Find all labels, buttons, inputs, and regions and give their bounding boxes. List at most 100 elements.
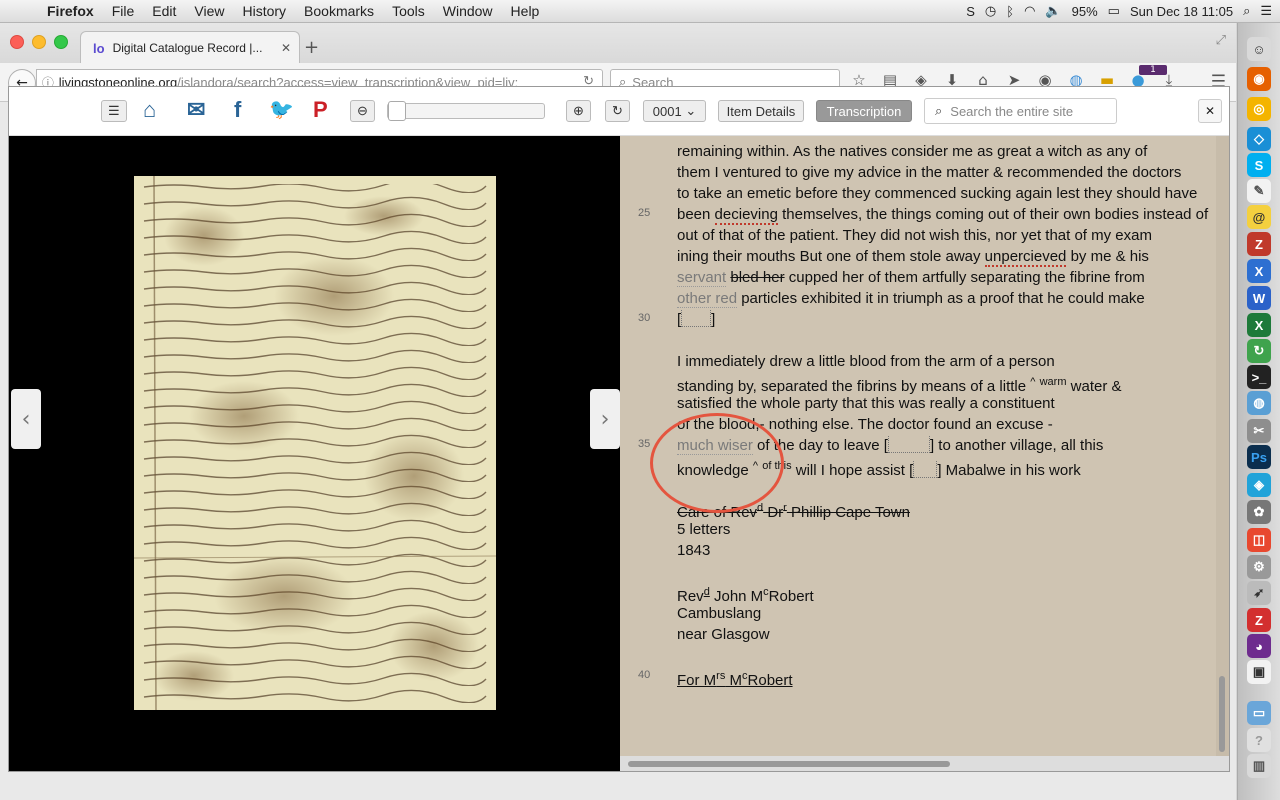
line-text: Phillip Cape Town — [786, 504, 910, 521]
zoom-in-button[interactable]: ⊕ — [566, 100, 591, 122]
fullscreen-icon[interactable]: ⤢ — [1216, 33, 1226, 48]
zoom-window-button[interactable] — [54, 35, 68, 49]
sic-word[interactable]: unpercieved — [984, 248, 1067, 267]
firefox-icon[interactable]: ◉ — [1247, 67, 1271, 91]
spotlight-icon[interactable]: ⌕ — [1243, 3, 1250, 19]
notes-icon[interactable]: ✎ — [1247, 179, 1271, 203]
next-page-button[interactable]: › — [590, 389, 620, 449]
preview-icon[interactable]: ▣ — [1247, 660, 1271, 684]
manuscript-image-viewer[interactable]: ‹ › — [9, 136, 620, 771]
app-icon[interactable]: ◈ — [1247, 473, 1271, 497]
livingstone-favicon-icon: lo — [93, 40, 105, 56]
email-icon[interactable]: ✉ — [187, 97, 205, 123]
site-search-placeholder: Search the entire site — [950, 103, 1074, 119]
chrome-icon[interactable]: ◎ — [1247, 97, 1271, 121]
menu-file[interactable]: File — [103, 3, 144, 19]
wifi-icon[interactable]: ◠ — [1024, 3, 1035, 19]
viewer-toolbar: ☰ ⌂ ✉ f 🐦 P ⊖ ⊕ ↻ 0001 ⌄ Item Details Tr… — [9, 87, 1229, 136]
scrollbar-thumb[interactable] — [628, 761, 950, 767]
menu-history[interactable]: History — [233, 3, 295, 19]
manuscript-page-image[interactable] — [133, 175, 497, 711]
utility-icon[interactable]: ✂ — [1247, 419, 1271, 443]
zoom-out-button[interactable]: ⊖ — [350, 100, 375, 122]
twitter-icon[interactable]: 🐦 — [269, 97, 294, 122]
transcription-button[interactable]: Transcription — [816, 100, 912, 122]
safari-icon[interactable]: ◇ — [1247, 127, 1271, 151]
help-icon[interactable]: ? — [1247, 728, 1271, 752]
scrollbar-thumb[interactable] — [1219, 676, 1225, 752]
menu-window[interactable]: Window — [434, 3, 502, 19]
app-red-icon[interactable]: ◫ — [1247, 528, 1271, 552]
previous-page-button[interactable]: ‹ — [11, 389, 41, 449]
line-text: out of that of the patient. They did not… — [677, 227, 1152, 244]
chevron-down-icon: ⌄ — [685, 103, 697, 118]
line-text: cupped her of them artfully separating t… — [784, 269, 1145, 286]
close-viewer-button[interactable]: ✕ — [1198, 99, 1222, 123]
macos-dock: ☺ ◉ ◎ ◇ S ✎ @ Z X W X ↻ >_ ◍ ✂ Ps ◈ ✿ ◫ … — [1237, 23, 1280, 800]
uncertain-reading[interactable]: other red — [677, 290, 738, 308]
insertion-caret: ^ — [752, 460, 759, 472]
active-tab[interactable]: lo Digital Catalogue Record |... ✕ — [80, 31, 300, 64]
time-machine-icon[interactable]: ◷ — [985, 3, 996, 19]
skype-icon[interactable]: S — [1247, 153, 1271, 177]
rocket-icon[interactable]: ➶ — [1247, 581, 1271, 605]
skype-status-icon[interactable]: S — [966, 4, 975, 19]
word-icon[interactable]: W — [1247, 286, 1271, 310]
close-tab-icon[interactable]: ✕ — [281, 41, 291, 55]
minimize-window-button[interactable] — [32, 35, 46, 49]
folder-icon[interactable]: ▭ — [1247, 701, 1271, 725]
sync-icon[interactable]: ↻ — [1247, 339, 1271, 363]
transcript-line: satisfied the whole party that this was … — [677, 393, 1055, 414]
transcript-horizontal-scrollbar[interactable] — [620, 756, 1229, 771]
volume-icon[interactable]: 🔈 — [1045, 3, 1061, 19]
zoom-slider-handle[interactable] — [388, 101, 406, 121]
uncertain-reading[interactable]: servant — [677, 269, 727, 287]
github-icon[interactable]: ◕ — [1247, 634, 1271, 658]
site-search-input[interactable]: ⌕ Search the entire site — [924, 98, 1117, 124]
system-preferences-icon[interactable]: ⚙ — [1247, 555, 1271, 579]
finder-icon[interactable]: ☺ — [1247, 37, 1271, 61]
new-tab-icon[interactable]: + — [304, 37, 319, 58]
app-x-icon[interactable]: X — [1247, 259, 1271, 283]
illegible-gap[interactable] — [913, 461, 938, 478]
facebook-icon[interactable]: f — [234, 97, 241, 123]
bluetooth-icon[interactable]: ᛒ — [1006, 4, 1014, 19]
pinterest-icon[interactable]: P — [313, 97, 328, 123]
photoshop-icon[interactable]: Ps — [1247, 445, 1271, 469]
page-select[interactable]: 0001 ⌄ — [643, 100, 706, 122]
menu-view[interactable]: View — [185, 3, 233, 19]
superscript: rs — [716, 670, 726, 682]
rotate-button[interactable]: ↻ — [605, 100, 630, 122]
chevron-right-icon: › — [600, 406, 610, 432]
zotero-icon[interactable]: Z — [1247, 608, 1271, 632]
menu-help[interactable]: Help — [502, 3, 549, 19]
network-icon[interactable]: ◍ — [1247, 391, 1271, 415]
gimp-icon[interactable]: ✿ — [1247, 500, 1271, 524]
battery-percent[interactable]: 95% — [1072, 4, 1098, 19]
transcript-line: of the blood,- nothing else. The doctor … — [677, 414, 1053, 435]
filezilla-icon[interactable]: Z — [1247, 232, 1271, 256]
illegible-gap[interactable] — [681, 310, 712, 327]
clock[interactable]: Sun Dec 18 11:05 — [1130, 4, 1233, 19]
notification-center-icon[interactable]: ☰ — [1260, 3, 1272, 19]
excel-icon[interactable]: X — [1247, 313, 1271, 337]
snail-app-icon[interactable]: @ — [1247, 205, 1271, 229]
menu-toggle-button[interactable]: ☰ — [101, 100, 127, 122]
battery-icon[interactable]: ▭ — [1108, 3, 1120, 19]
zoom-slider[interactable] — [387, 101, 545, 121]
home-icon[interactable]: ⌂ — [143, 97, 156, 123]
uncertain-reading[interactable]: much wiser — [677, 437, 753, 455]
close-window-button[interactable] — [10, 35, 24, 49]
menu-edit[interactable]: Edit — [143, 3, 185, 19]
menu-app-firefox[interactable]: Firefox — [38, 3, 103, 19]
sic-word[interactable]: decieving — [714, 206, 778, 225]
terminal-icon[interactable]: >_ — [1247, 365, 1271, 389]
illegible-gap[interactable] — [887, 436, 930, 453]
trash-icon[interactable]: ▥ — [1247, 754, 1271, 778]
item-details-button[interactable]: Item Details — [718, 100, 804, 122]
deleted-text: bled her — [730, 269, 785, 286]
menu-tools[interactable]: Tools — [383, 3, 434, 19]
transcript-line: servant bled her cupped her of them artf… — [677, 267, 1145, 288]
menu-bookmarks[interactable]: Bookmarks — [295, 3, 383, 19]
transcript-vertical-scrollbar[interactable] — [1216, 136, 1229, 756]
